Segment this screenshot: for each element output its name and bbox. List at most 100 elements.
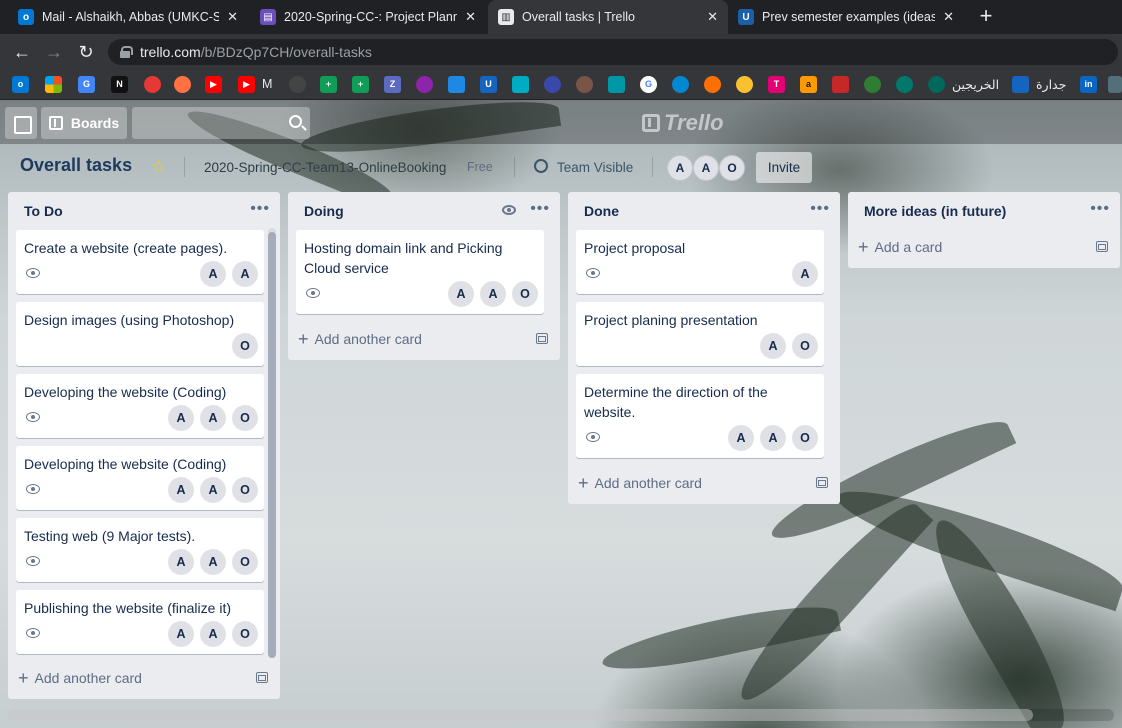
bookmark-icon[interactable] <box>544 76 561 93</box>
avatar[interactable]: A <box>728 425 754 451</box>
bookmark-icon[interactable] <box>416 76 433 93</box>
avatar[interactable]: O <box>792 425 818 451</box>
umkc-bookmark-icon[interactable]: U <box>480 76 497 93</box>
avatar[interactable]: A <box>760 425 786 451</box>
list-title[interactable]: Done <box>584 203 619 219</box>
close-tab-icon[interactable]: ✕ <box>227 9 238 25</box>
card-template-icon[interactable] <box>816 477 828 488</box>
bookmark-icon[interactable] <box>448 76 465 93</box>
board-title[interactable]: Overall tasks <box>20 155 132 176</box>
bookmark-icon[interactable] <box>576 76 593 93</box>
bookmark-icon[interactable] <box>832 76 849 93</box>
sheets-bookmark-icon[interactable]: + <box>320 76 337 93</box>
home-button[interactable] <box>5 107 37 139</box>
close-tab-icon[interactable]: ✕ <box>943 9 954 25</box>
avatar[interactable]: O <box>232 333 258 359</box>
star-icon[interactable]: ☆ <box>151 157 166 177</box>
chrome-bookmark-icon[interactable] <box>736 76 753 93</box>
close-tab-icon[interactable]: ✕ <box>465 9 476 25</box>
bookmark-icon[interactable] <box>1108 76 1122 93</box>
board-scrollbar-thumb[interactable] <box>8 709 1033 721</box>
add-card-button[interactable]: + Add another card <box>18 664 142 692</box>
gmail-bookmark-label[interactable]: M <box>262 77 272 91</box>
avatar[interactable]: A <box>667 155 693 181</box>
boards-button[interactable]: Boards <box>41 107 127 139</box>
browser-tab-planner[interactable]: ▤ 2020-Spring-CC-: Project Plannin ✕ <box>250 0 486 34</box>
avatar[interactable]: A <box>168 405 194 431</box>
card[interactable]: Create a website (create pages). A A <box>16 230 264 294</box>
avatar[interactable]: A <box>168 621 194 647</box>
list-scrollbar-thumb[interactable] <box>268 232 276 658</box>
bookmark-icon[interactable] <box>608 76 625 93</box>
avatar[interactable]: A <box>200 621 226 647</box>
address-bar[interactable]: trello.com/b/BDzQp7CH/overall-tasks <box>108 39 1118 65</box>
card-template-icon[interactable] <box>256 672 268 683</box>
amazon-bookmark-icon[interactable]: a <box>800 76 817 93</box>
avatar[interactable]: A <box>792 261 818 287</box>
add-card-button[interactable]: + Add another card <box>578 469 702 497</box>
avatar[interactable]: O <box>232 621 258 647</box>
card[interactable]: Developing the website (Coding) A A O <box>16 374 264 438</box>
list-title[interactable]: More ideas (in future) <box>864 203 1006 219</box>
list-header[interactable]: More ideas (in future) ••• <box>848 192 1120 230</box>
avatar[interactable]: A <box>480 281 506 307</box>
card[interactable]: Project proposal A <box>576 230 824 294</box>
card[interactable]: Hosting domain link and Picking Cloud se… <box>296 230 544 314</box>
avatar[interactable]: A <box>200 405 226 431</box>
avatar[interactable]: O <box>232 549 258 575</box>
card[interactable]: Publishing the website (finalize it) A A… <box>16 590 264 654</box>
add-card-button[interactable]: + Add a card <box>858 233 942 261</box>
bookmark-label[interactable]: الخريجين <box>952 77 999 92</box>
card[interactable]: Developing the website (Coding) A A O <box>16 446 264 510</box>
browser-tab-mail[interactable]: o Mail - Alshaikh, Abbas (UMKC-St ✕ <box>8 0 248 34</box>
new-tab-button[interactable]: + <box>974 5 998 29</box>
search-icon[interactable] <box>289 115 302 128</box>
list-title[interactable]: To Do <box>24 203 63 219</box>
list-header[interactable]: Done ••• <box>568 192 840 230</box>
trello-logo[interactable]: Trello <box>642 110 724 136</box>
list-menu-icon[interactable]: ••• <box>810 200 830 218</box>
bookmark-icon[interactable] <box>704 76 721 93</box>
list-menu-icon[interactable]: ••• <box>530 200 550 218</box>
avatar[interactable]: O <box>512 281 538 307</box>
sheets-bookmark-icon[interactable]: + <box>352 76 369 93</box>
youtube-bookmark-icon[interactable]: ▶ <box>238 76 255 93</box>
bookmark-icon[interactable] <box>928 76 945 93</box>
youtube-bookmark-icon[interactable]: ▶ <box>205 76 222 93</box>
card[interactable]: Design images (using Photoshop) O <box>16 302 264 366</box>
list-menu-icon[interactable]: ••• <box>250 200 270 218</box>
list-title[interactable]: Doing <box>304 203 344 219</box>
avatar[interactable]: O <box>232 477 258 503</box>
browser-tab-examples[interactable]: U Prev semester examples (ideas fo ✕ <box>728 0 964 34</box>
avatar[interactable]: A <box>232 261 258 287</box>
avatar[interactable]: A <box>200 477 226 503</box>
github-bookmark-icon[interactable] <box>289 76 306 93</box>
avatar[interactable]: A <box>168 477 194 503</box>
card[interactable]: Project planing presentation A O <box>576 302 824 366</box>
bookmark-icon[interactable] <box>672 76 689 93</box>
avatar[interactable]: A <box>448 281 474 307</box>
linkedin-bookmark-icon[interactable]: in <box>1080 76 1097 93</box>
search-input[interactable] <box>132 107 310 139</box>
invite-button[interactable]: Invite <box>756 152 812 183</box>
browser-tab-trello[interactable]: ▥ Overall tasks | Trello ✕ <box>488 0 728 34</box>
list-menu-icon[interactable]: ••• <box>1090 200 1110 218</box>
avatar[interactable]: A <box>168 549 194 575</box>
card[interactable]: Determine the direction of the website. … <box>576 374 824 458</box>
list-header[interactable]: Doing ••• <box>288 192 560 230</box>
avatar[interactable]: A <box>200 549 226 575</box>
translate-bookmark-icon[interactable]: G <box>78 76 95 93</box>
avatar[interactable]: A <box>693 155 719 181</box>
list-header[interactable]: To Do ••• <box>8 192 280 230</box>
imdb-bookmark-icon[interactable]: N <box>111 76 128 93</box>
microsoft-bookmark-icon[interactable] <box>45 76 62 93</box>
card-template-icon[interactable] <box>1096 241 1108 252</box>
zoom-bookmark-icon[interactable]: Z <box>384 76 401 93</box>
bookmark-icon[interactable] <box>1012 76 1029 93</box>
back-arrow-icon[interactable]: ← <box>10 40 34 64</box>
bookmark-icon[interactable] <box>174 76 191 93</box>
forward-arrow-icon[interactable]: → <box>42 40 66 64</box>
visibility-button[interactable]: Team Visible <box>557 160 633 175</box>
bookmark-icon[interactable] <box>896 76 913 93</box>
avatar[interactable]: A <box>200 261 226 287</box>
